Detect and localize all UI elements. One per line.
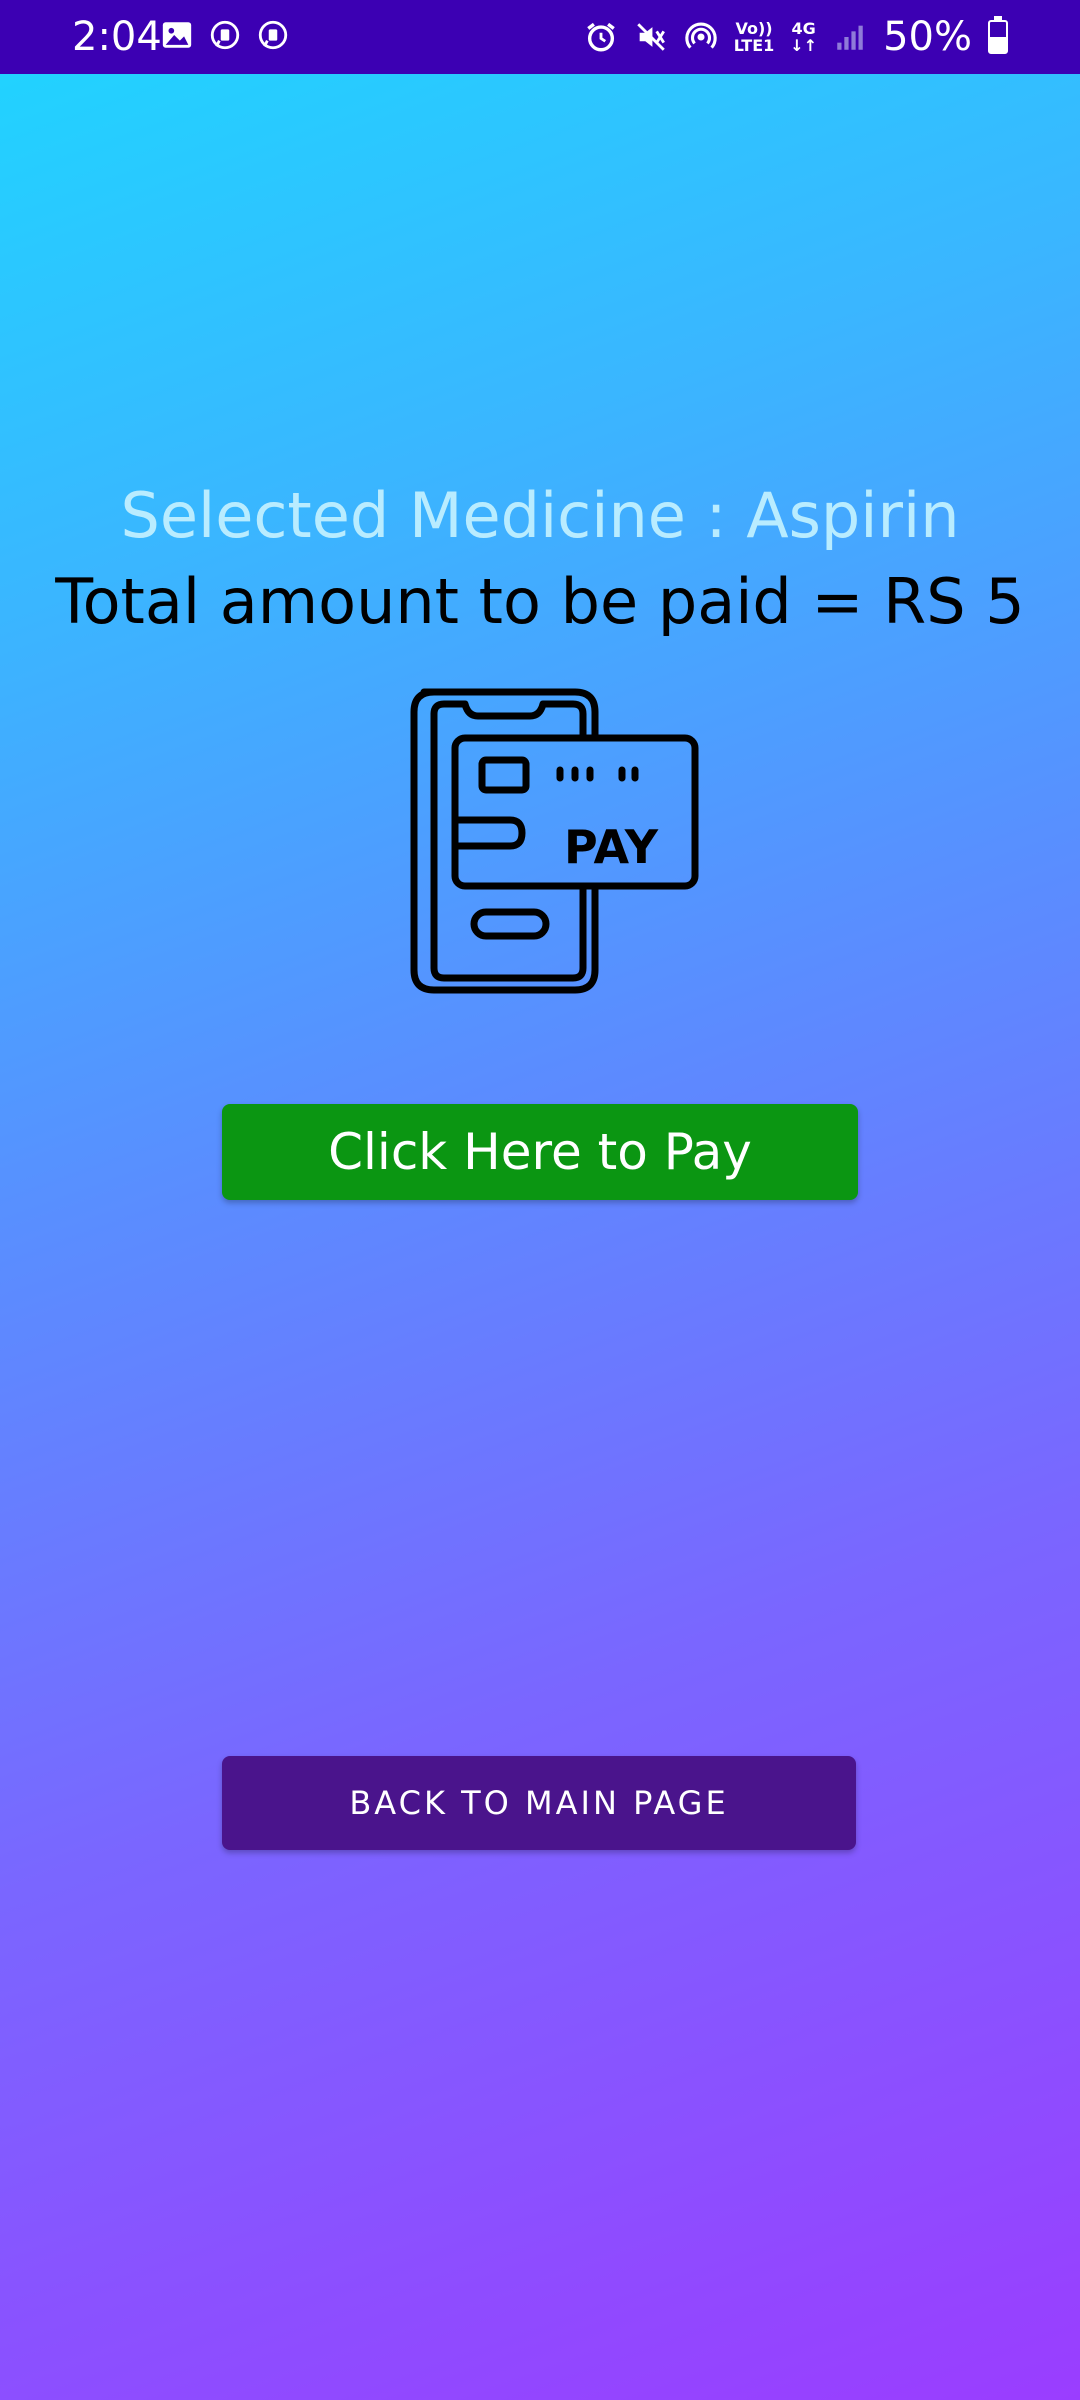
data-arrows: ↓↑ xyxy=(790,36,818,55)
signal-icon xyxy=(837,25,863,50)
image-icon xyxy=(162,22,192,48)
volte-label-top: Vo)) xyxy=(735,19,773,38)
vibrate-mute-icon xyxy=(636,23,665,51)
selected-medicine-text: Selected Medicine : Aspirin xyxy=(120,479,960,552)
chat-bubble-icon xyxy=(258,20,288,50)
volte-icon: Vo)) LTE1 xyxy=(734,20,775,54)
status-bar: 2:04 Vo)) LTE1 4G ↓↑ 50% xyxy=(0,0,1080,74)
hotspot-icon xyxy=(685,22,717,49)
volte-label-bottom: LTE1 xyxy=(733,36,775,55)
chat-bubble-icon xyxy=(210,20,240,50)
network-type-label: 4G xyxy=(791,19,816,38)
total-amount-text: Total amount to be paid = RS 5 xyxy=(55,565,1025,638)
notification-icons xyxy=(160,18,290,52)
battery-icon xyxy=(988,16,1008,54)
mobile-payment-card-icon: PAY xyxy=(410,688,699,994)
status-time: 2:04 xyxy=(72,14,162,60)
4g-icon: 4G ↓↑ xyxy=(790,20,817,54)
payment-screen: 2:04 Vo)) LTE1 4G ↓↑ 50% Selected Medici… xyxy=(0,0,1080,2400)
pay-button[interactable]: Click Here to Pay xyxy=(222,1104,858,1200)
back-to-main-page-button[interactable]: BACK TO MAIN PAGE xyxy=(222,1756,856,1850)
alarm-icon xyxy=(586,22,615,52)
battery-percent: 50% xyxy=(883,14,972,60)
battery-fill xyxy=(990,37,1006,52)
system-status-icons: Vo)) LTE1 4G ↓↑ 50% xyxy=(584,12,1008,62)
pay-label: PAY xyxy=(564,820,659,874)
